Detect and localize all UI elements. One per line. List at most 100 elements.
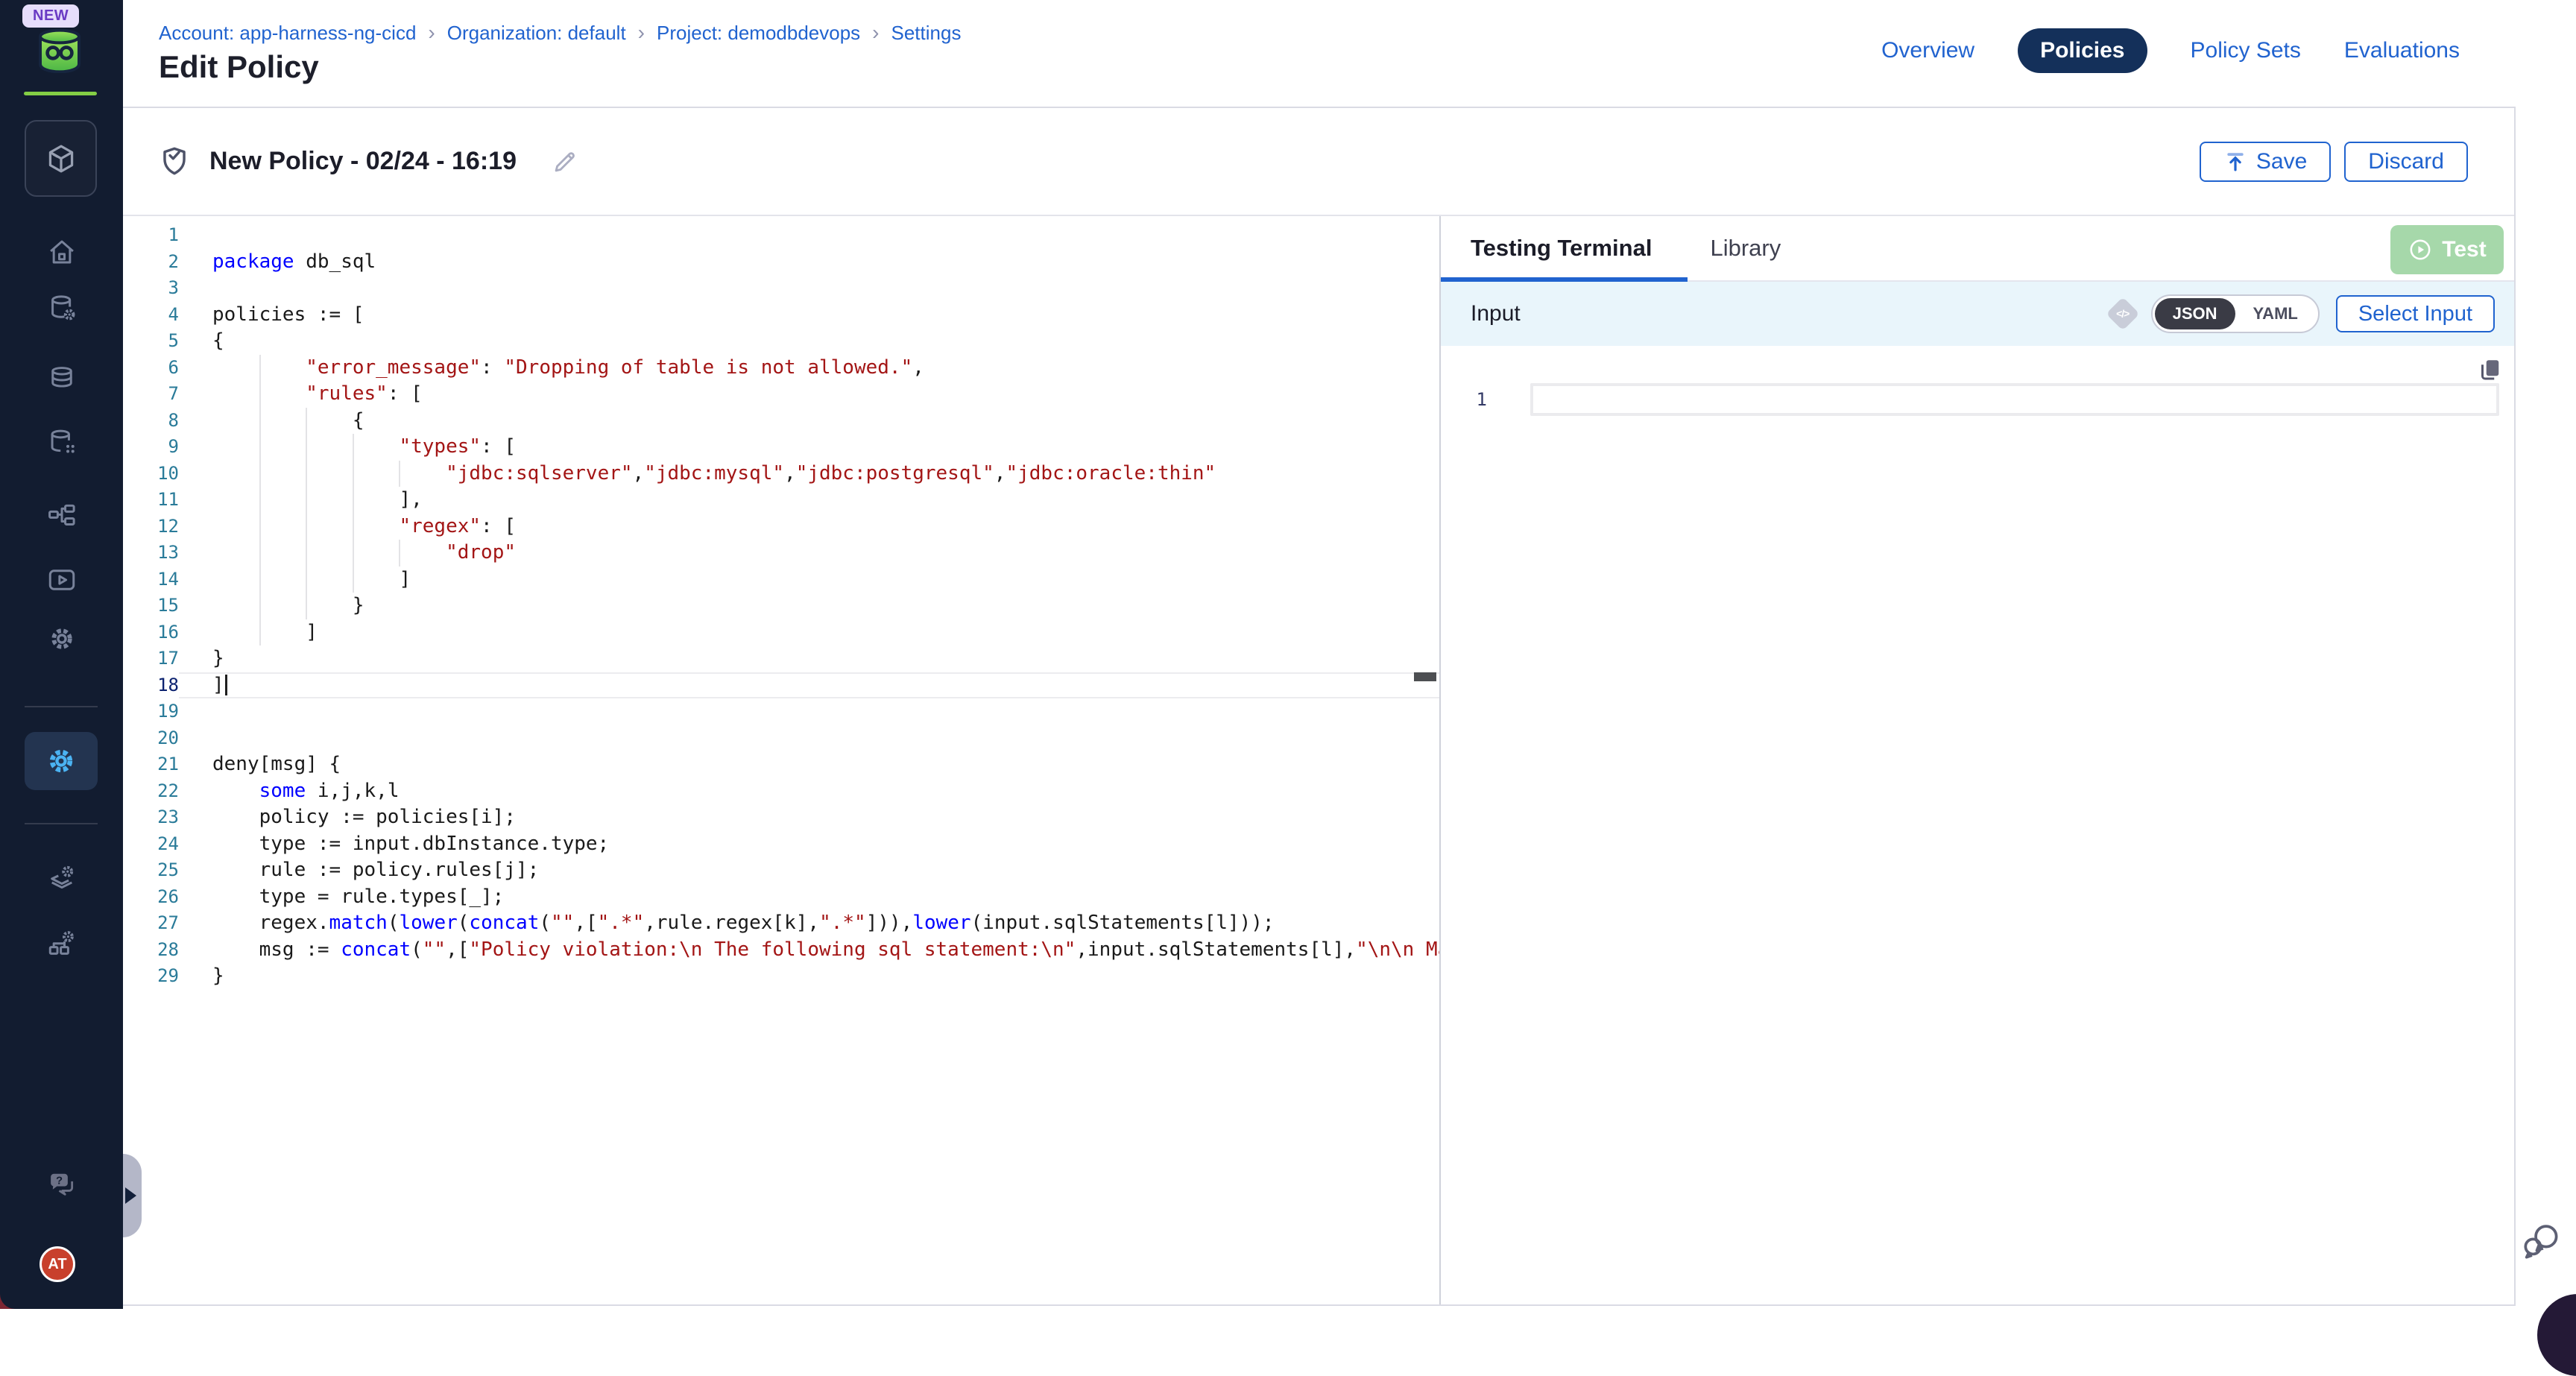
nav-item-evaluations[interactable]: Evaluations xyxy=(2344,38,2460,63)
breadcrumb-item[interactable]: Organization: default xyxy=(447,22,626,45)
breadcrumb-separator: › xyxy=(428,21,435,45)
sidebar-divider xyxy=(25,823,98,824)
code-line[interactable]: "types": [ xyxy=(179,434,1439,461)
code-line[interactable]: ] xyxy=(179,672,1439,699)
sidebar-item-database-settings[interactable] xyxy=(0,293,123,324)
discard-button[interactable]: Discard xyxy=(2344,142,2468,182)
format-toggle: JSON YAML xyxy=(2151,294,2320,333)
code-line[interactable]: policies := [ xyxy=(179,302,1439,329)
code-line[interactable] xyxy=(179,725,1439,752)
select-input-button[interactable]: Select Input xyxy=(2336,295,2495,332)
chat-widget-blob[interactable] xyxy=(2537,1294,2576,1376)
code-line[interactable] xyxy=(179,698,1439,725)
help-chat-icon: ? xyxy=(46,1168,78,1199)
copy-icon[interactable] xyxy=(2477,356,2504,383)
sidebar-item-configuration[interactable] xyxy=(0,623,123,654)
code-line[interactable] xyxy=(179,222,1439,249)
line-number: 17 xyxy=(123,646,179,672)
code-line[interactable]: type = rule.types[_]; xyxy=(179,884,1439,911)
nav-item-policies[interactable]: Policies xyxy=(2018,28,2147,73)
input-header-row: Input </> JSON YAML Select Input xyxy=(1441,282,2514,346)
indent-guide xyxy=(306,514,307,540)
line-number: 29 xyxy=(123,963,179,990)
tab-library[interactable]: Library xyxy=(1710,216,1781,280)
database-stack-icon xyxy=(46,364,78,396)
code-line[interactable]: "jdbc:sqlserver","jdbc:mysql","jdbc:post… xyxy=(179,461,1439,487)
code-line[interactable]: package db_sql xyxy=(179,249,1439,276)
indent-guide xyxy=(259,487,261,514)
database-dots-icon xyxy=(46,427,78,458)
line-number: 13 xyxy=(123,540,179,567)
code-line[interactable]: some i,j,k,l xyxy=(179,778,1439,805)
indent-guide xyxy=(259,619,261,646)
breadcrumb-separator: › xyxy=(638,21,645,45)
sidebar-item-account-settings[interactable] xyxy=(0,927,123,959)
indent-guide xyxy=(353,567,354,593)
sidebar-expand-handle[interactable] xyxy=(123,1154,142,1237)
edit-pencil-icon[interactable] xyxy=(551,148,579,176)
nav-item-policy-sets[interactable]: Policy Sets xyxy=(2191,38,2301,63)
sidebar-item-pipelines[interactable] xyxy=(0,501,123,532)
tab-testing-terminal[interactable]: Testing Terminal xyxy=(1471,216,1652,280)
indent-guide xyxy=(259,567,261,593)
format-option-yaml[interactable]: YAML xyxy=(2235,298,2316,329)
overview-ruler-cursor-mark xyxy=(1414,672,1436,681)
line-number: 28 xyxy=(123,937,179,964)
sidebar-item-database-schemas[interactable] xyxy=(0,427,123,458)
breadcrumb-item[interactable]: Account: app-harness-ng-cicd xyxy=(159,22,416,45)
line-number: 9 xyxy=(123,434,179,461)
indent-guide xyxy=(399,461,400,487)
sidebar-divider xyxy=(25,706,98,707)
code-line[interactable]: } xyxy=(179,593,1439,619)
code-line[interactable]: ] xyxy=(179,567,1439,593)
format-option-json[interactable]: JSON xyxy=(2155,298,2235,329)
line-number: 27 xyxy=(123,910,179,937)
test-button[interactable]: Test xyxy=(2390,225,2504,274)
harness-database-devops-logo-icon[interactable] xyxy=(36,28,83,73)
code-line[interactable]: { xyxy=(179,328,1439,355)
line-number: 15 xyxy=(123,593,179,619)
code-line[interactable]: policy := policies[i]; xyxy=(179,804,1439,831)
code-line[interactable]: deny[msg] { xyxy=(179,751,1439,778)
nav-item-overview[interactable]: Overview xyxy=(1881,38,1974,63)
code-line[interactable]: "drop" xyxy=(179,540,1439,567)
breadcrumb-item[interactable]: Project: demodbdevops xyxy=(657,22,860,45)
sidebar-item-home[interactable] xyxy=(0,236,123,268)
user-avatar[interactable]: AT xyxy=(40,1246,75,1282)
breadcrumb-item[interactable]: Settings xyxy=(891,22,962,45)
code-line[interactable]: "regex": [ xyxy=(179,514,1439,540)
code-line[interactable]: msg := concat("",["Policy violation:\n T… xyxy=(179,937,1439,964)
sidebar-item-executions[interactable] xyxy=(0,564,123,596)
video-play-icon xyxy=(46,564,78,596)
code-line[interactable] xyxy=(179,275,1439,302)
sidebar-item-help[interactable]: ? xyxy=(0,1168,123,1199)
sidebar-item-database-instances[interactable] xyxy=(0,364,123,396)
code-line[interactable]: { xyxy=(179,408,1439,435)
gear-icon xyxy=(46,623,78,654)
code-line[interactable]: ] xyxy=(179,619,1439,646)
sidebar-item-project-settings-selected[interactable] xyxy=(25,732,98,790)
cube-icon xyxy=(44,142,78,176)
line-number: 20 xyxy=(123,725,179,752)
indent-guide xyxy=(353,514,354,540)
save-button[interactable]: Save xyxy=(2200,142,2331,182)
sidebar-item-org-settings[interactable] xyxy=(0,862,123,894)
code-line[interactable]: ], xyxy=(179,487,1439,514)
code-line[interactable]: "error_message": "Dropping of table is n… xyxy=(179,355,1439,382)
shield-check-icon xyxy=(157,145,192,179)
code-line[interactable]: regex.match(lower(concat("",[".*",rule.r… xyxy=(179,910,1439,937)
code-line[interactable]: "rules": [ xyxy=(179,381,1439,408)
module-selector-button[interactable] xyxy=(25,120,97,197)
code-line[interactable]: } xyxy=(179,646,1439,672)
upload-icon xyxy=(2223,150,2247,174)
chat-bubbles-icon[interactable] xyxy=(2521,1219,2563,1261)
line-number: 8 xyxy=(123,408,179,435)
code-line[interactable]: rule := policy.rules[j]; xyxy=(179,857,1439,884)
policy-code-editor[interactable]: 1234567891011121314151617181920212223242… xyxy=(123,216,1441,1304)
testing-panel-tabs: Testing Terminal Library Test xyxy=(1441,216,2514,282)
policy-nav-tabs: Overview Policies Policy Sets Evaluations xyxy=(1881,28,2460,73)
code-line[interactable]: type := input.dbInstance.type; xyxy=(179,831,1439,858)
editor-code[interactable]: package db_sqlpolicies := [{ "error_mess… xyxy=(179,222,1439,990)
test-input-field[interactable] xyxy=(1530,383,2499,416)
code-line[interactable]: } xyxy=(179,963,1439,990)
